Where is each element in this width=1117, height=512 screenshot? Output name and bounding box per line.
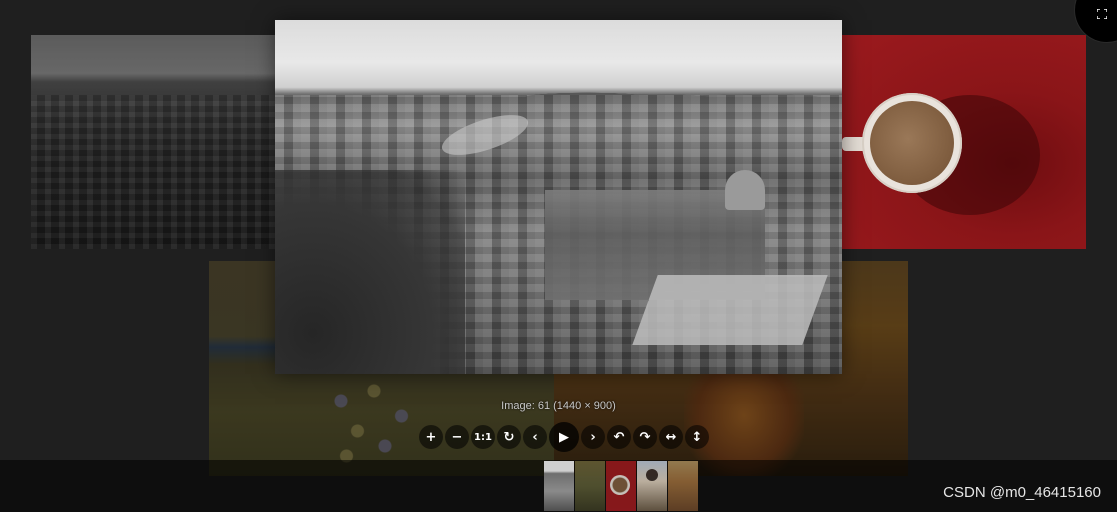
image-caption: Image: 61 (1440 × 900) — [501, 400, 616, 412]
fullscreen-icon — [1097, 9, 1107, 19]
reset-icon: ↻ — [503, 429, 515, 445]
viewer-toolbar: + − 1:1 ↻ ‹ ▶ › ↶ ↷ ↔ ↕ — [419, 422, 709, 452]
gallery-image-coffee[interactable] — [840, 35, 1086, 249]
zoom-out-button[interactable]: − — [445, 425, 469, 449]
rotate-right-icon: ↷ — [639, 429, 651, 445]
minus-icon: − — [451, 429, 463, 445]
thumbnail-list — [544, 461, 698, 511]
thumb-girl[interactable] — [637, 461, 667, 511]
dome — [725, 170, 765, 210]
plaza — [632, 275, 828, 345]
one-to-one-button[interactable]: 1:1 — [471, 425, 495, 449]
thumb-coffee[interactable] — [606, 461, 636, 511]
watermark: CSDN @m0_46415160 — [943, 484, 1101, 501]
next-button[interactable]: › — [581, 425, 605, 449]
thumb-field[interactable] — [575, 461, 605, 511]
main-image[interactable] — [275, 20, 842, 374]
play-button[interactable]: ▶ — [549, 422, 579, 452]
forest — [275, 170, 465, 374]
reset-button[interactable]: ↻ — [497, 425, 521, 449]
rotate-left-button[interactable]: ↶ — [607, 425, 631, 449]
image-viewer: Image: 61 (1440 × 900) + − 1:1 ↻ ‹ ▶ › ↶… — [0, 0, 1117, 512]
flip-vertical-icon: ↕ — [691, 429, 703, 445]
chevron-right-icon: › — [590, 429, 596, 445]
coffee-cup — [862, 93, 962, 193]
flip-vertical-button[interactable]: ↕ — [685, 425, 709, 449]
prev-button[interactable]: ‹ — [523, 425, 547, 449]
flip-horizontal-button[interactable]: ↔ — [659, 425, 683, 449]
gallery-image-city[interactable] — [31, 35, 275, 249]
rotate-right-button[interactable]: ↷ — [633, 425, 657, 449]
flowers — [319, 371, 429, 471]
thumb-city[interactable] — [544, 461, 574, 511]
chevron-left-icon: ‹ — [532, 429, 538, 445]
flip-horizontal-icon: ↔ — [665, 429, 677, 445]
one-to-one-label: 1:1 — [474, 431, 492, 443]
mountains — [275, 75, 842, 97]
plus-icon: + — [425, 429, 437, 445]
zoom-in-button[interactable]: + — [419, 425, 443, 449]
rotate-left-icon: ↶ — [613, 429, 625, 445]
play-icon: ▶ — [559, 429, 569, 445]
thumb-sunset[interactable] — [668, 461, 698, 511]
